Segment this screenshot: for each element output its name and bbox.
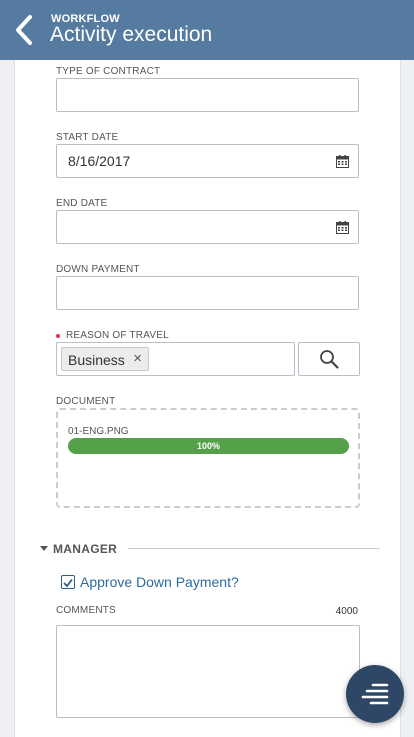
- search-icon: [320, 350, 339, 369]
- caret-down-icon: [40, 546, 48, 551]
- upload-progress-bar: 100%: [68, 438, 349, 454]
- floating-menu-button[interactable]: [346, 665, 404, 723]
- required-indicator: [56, 334, 60, 338]
- down-payment-label: DOWN PAYMENT: [56, 264, 140, 275]
- upload-progress-text: 100%: [196, 441, 221, 451]
- down-payment-field[interactable]: [56, 276, 359, 310]
- manager-section-toggle[interactable]: MANAGER: [40, 541, 380, 557]
- comments-textarea[interactable]: [56, 625, 360, 718]
- comments-label: COMMENTS: [56, 605, 116, 616]
- char-limit-counter: 4000: [335, 606, 358, 617]
- form-panel: TYPE OF CONTRACT START DATE 8/16/2017 EN…: [14, 60, 401, 737]
- lookup-search-button[interactable]: [298, 342, 360, 376]
- reason-of-travel-label: REASON OF TRAVEL: [66, 330, 169, 341]
- start-date-field[interactable]: 8/16/2017: [56, 144, 359, 178]
- chevron-left-icon: [16, 15, 32, 45]
- start-date-label: START DATE: [56, 132, 119, 143]
- tag-label: Business: [68, 352, 125, 368]
- calendar-icon[interactable]: [336, 221, 349, 234]
- app-header: WORKFLOW Activity execution: [0, 0, 414, 60]
- menu-lines-icon: [361, 683, 389, 705]
- approve-down-payment-label[interactable]: Approve Down Payment?: [80, 574, 239, 590]
- document-label: DOCUMENT: [56, 396, 116, 407]
- calendar-icon[interactable]: [336, 155, 349, 168]
- section-divider: [128, 548, 380, 549]
- tag-chip: Business ×: [61, 347, 149, 371]
- checkmark-icon: [63, 578, 73, 588]
- end-date-field[interactable]: [56, 210, 359, 244]
- page-title: Activity execution: [50, 23, 213, 46]
- section-title: MANAGER: [53, 542, 118, 556]
- reason-of-travel-field[interactable]: Business ×: [56, 342, 295, 376]
- back-button[interactable]: [10, 12, 38, 48]
- file-name[interactable]: 01-ENG.PNG: [68, 426, 129, 437]
- end-date-label: END DATE: [56, 198, 108, 209]
- start-date-value: 8/16/2017: [68, 153, 131, 169]
- type-of-contract-label: TYPE OF CONTRACT: [56, 66, 161, 77]
- type-of-contract-field[interactable]: [56, 78, 359, 112]
- remove-tag-icon[interactable]: ×: [133, 350, 142, 367]
- approve-down-payment-checkbox[interactable]: [61, 575, 75, 589]
- document-dropzone[interactable]: 01-ENG.PNG 100%: [56, 408, 360, 508]
